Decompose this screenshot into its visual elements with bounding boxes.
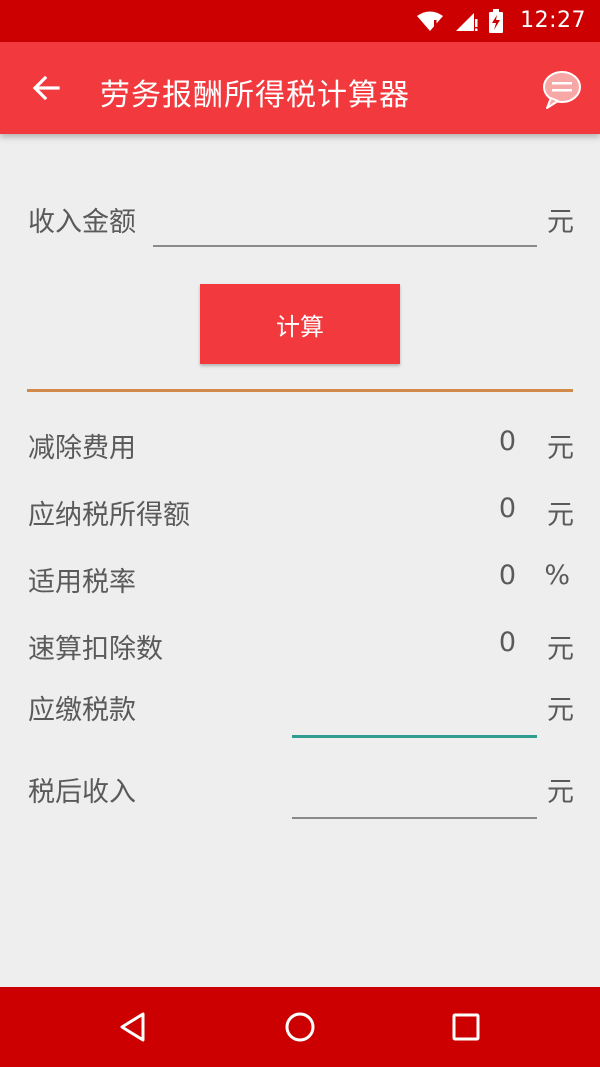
nav-recents-button[interactable] — [444, 1005, 488, 1049]
tax-payable-label: 应缴税款 — [28, 695, 136, 726]
page-title: 劳务报酬所得税计算器 — [100, 78, 410, 113]
battery-charging-icon — [489, 9, 503, 33]
result-row-taxable-income: 应纳税所得额 0 元 — [28, 493, 574, 533]
section-divider — [27, 389, 573, 392]
square-recents-icon — [452, 1013, 480, 1041]
nav-home-button[interactable] — [278, 1005, 322, 1049]
quick-deduction-value: 0 — [498, 627, 516, 658]
result-row-tax-rate: 适用税率 0 % — [28, 560, 574, 600]
triangle-back-icon — [120, 1012, 145, 1042]
income-unit: 元 — [547, 207, 574, 238]
income-field[interactable] — [153, 203, 537, 247]
calculate-button[interactable]: 计算 — [200, 284, 400, 364]
after-tax-field[interactable] — [292, 775, 537, 819]
tax-payable-input[interactable] — [292, 694, 537, 735]
quick-deduction-unit: 元 — [547, 634, 574, 665]
after-tax-unit: 元 — [547, 777, 574, 808]
nav-back-button[interactable] — [111, 1005, 155, 1049]
after-tax-input[interactable] — [292, 775, 537, 817]
result-row-deduction: 减除费用 0 元 — [28, 426, 574, 466]
tax-payable-unit: 元 — [547, 695, 574, 726]
tax-rate-unit: % — [544, 560, 570, 591]
deduction-unit: 元 — [547, 433, 574, 464]
taxable-income-label: 应纳税所得额 — [28, 500, 190, 531]
status-bar: 12:27 — [0, 0, 600, 42]
result-row-quick-deduction: 速算扣除数 0 元 — [28, 627, 574, 667]
chat-bubble-icon — [543, 71, 581, 109]
feedback-button[interactable] — [538, 66, 586, 114]
status-time: 12:27 — [520, 8, 586, 33]
deduction-value: 0 — [498, 426, 516, 457]
income-input[interactable] — [153, 203, 537, 245]
taxable-income-value: 0 — [498, 493, 516, 524]
income-label: 收入金额 — [28, 207, 136, 238]
circle-home-icon — [285, 1012, 315, 1042]
tax-payable-field[interactable] — [292, 694, 537, 738]
cell-signal-icon — [456, 13, 478, 31]
navigation-bar — [0, 987, 600, 1067]
taxable-income-unit: 元 — [547, 500, 574, 531]
app-bar: 劳务报酬所得税计算器 — [0, 42, 600, 134]
arrow-back-icon — [32, 75, 60, 101]
tax-rate-label: 适用税率 — [28, 567, 136, 598]
tax-rate-value: 0 — [498, 560, 516, 591]
after-tax-label: 税后收入 — [28, 777, 136, 808]
deduction-label: 减除费用 — [28, 433, 136, 464]
wifi-icon — [417, 11, 443, 32]
back-button[interactable] — [22, 64, 70, 112]
quick-deduction-label: 速算扣除数 — [28, 634, 163, 665]
